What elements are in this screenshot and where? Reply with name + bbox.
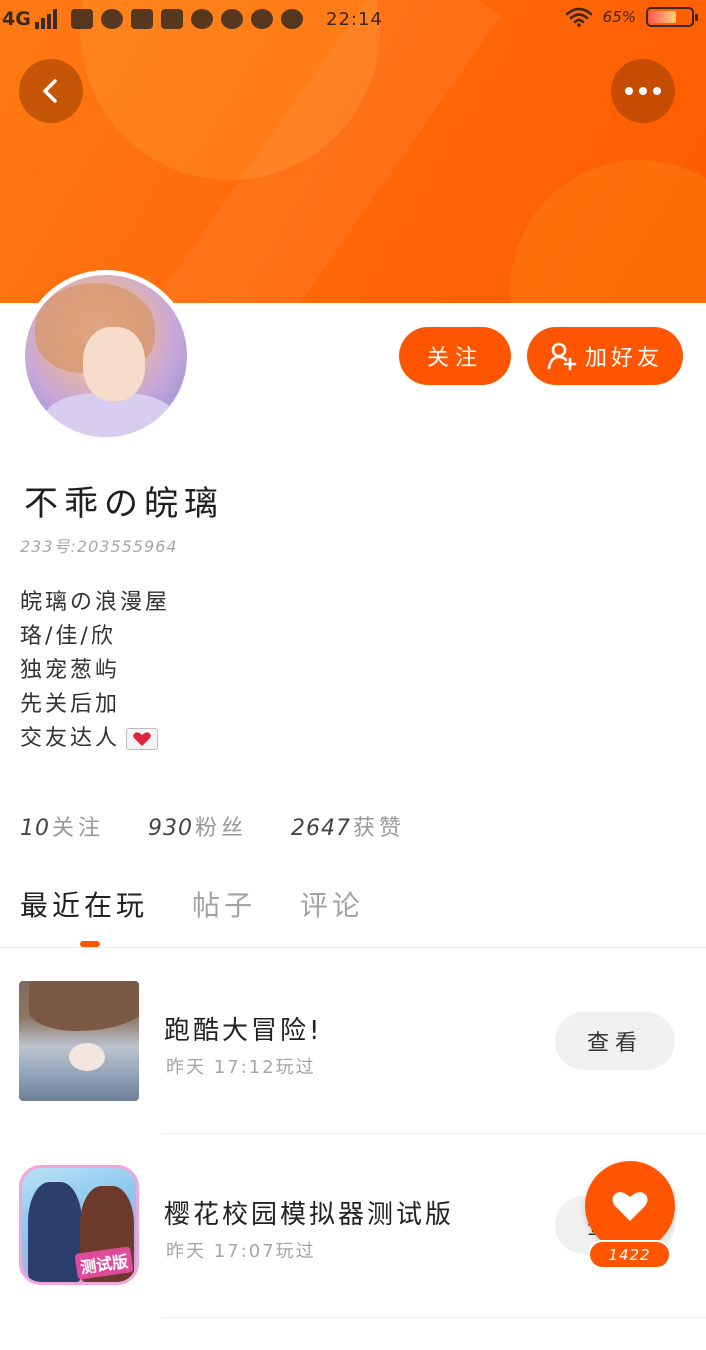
back-button[interactable]: [19, 59, 83, 123]
divider: [0, 947, 706, 948]
video-notification-icon: [160, 9, 183, 29]
mail-notification-icon: [130, 9, 153, 29]
heart-icon: [612, 1192, 648, 1221]
battery-level: [650, 11, 676, 23]
view-label: 查看: [586, 1031, 643, 1056]
bio-line-with-icon: 交友达人: [20, 722, 170, 756]
bio-line: 独宠葱屿: [20, 658, 121, 683]
bio-line: 珞/佳/欣: [20, 624, 116, 649]
stat-number: 930: [148, 816, 194, 841]
like-button[interactable]: [585, 1161, 675, 1251]
nickname: 不乖の皖璃: [24, 484, 224, 524]
profile-tabs: 最近在玩 帖子 评论: [20, 884, 364, 924]
follow-label: 关注: [426, 346, 483, 371]
stat-label: 关注: [52, 816, 105, 841]
notification-icon: [70, 9, 93, 29]
bio: 皖璃の浪漫屋 珞/佳/欣 独宠葱屿 先关后加 交友达人: [20, 586, 170, 756]
bio-line: 先关后加: [20, 692, 121, 717]
status-right: 65%: [565, 7, 698, 27]
game-title: 跑酷大冒险!: [164, 1016, 323, 1046]
view-button[interactable]: 查看: [555, 1012, 675, 1070]
app-notification-icon: [190, 9, 213, 29]
add-friend-label: 加好友: [584, 346, 663, 371]
notification-icon: [100, 9, 123, 29]
battery-icon: [646, 7, 698, 27]
like-count: 1422: [588, 1240, 671, 1269]
chat-notification-icon: [280, 9, 303, 29]
chevron-left-icon: [43, 79, 57, 103]
last-played-time: 昨天 17:12玩过: [166, 1057, 316, 1078]
add-friend-icon: [547, 342, 577, 371]
game-thumbnail: 测试版: [19, 1165, 139, 1285]
add-friend-button[interactable]: 加好友: [527, 327, 683, 385]
signal-icon: [34, 9, 57, 29]
clock: 22:14: [326, 9, 383, 30]
tab-comments[interactable]: 评论: [300, 884, 364, 924]
profile-banner: [0, 0, 706, 303]
app-notification-icon: [220, 9, 243, 29]
tab-recent-games[interactable]: 最近在玩: [20, 884, 148, 924]
avatar[interactable]: [20, 270, 192, 442]
more-options-button[interactable]: [611, 59, 675, 123]
status-left: 4G: [2, 8, 303, 30]
stat-number: 2647: [291, 816, 352, 841]
stat-following[interactable]: 10关注: [20, 810, 104, 842]
last-played-time: 昨天 17:07玩过: [166, 1241, 316, 1262]
user-id: 233号:203555964: [20, 537, 178, 556]
stat-likes[interactable]: 2647获赞: [291, 810, 405, 842]
wifi-icon: [565, 7, 592, 27]
bio-line: 交友达人: [20, 726, 121, 751]
tab-posts[interactable]: 帖子: [192, 884, 256, 924]
follow-button[interactable]: 关注: [399, 327, 511, 385]
bio-line: 皖璃の浪漫屋: [20, 590, 171, 615]
love-letter-icon: [126, 728, 159, 750]
stat-number: 10: [20, 816, 50, 841]
profile-stats: 10关注 930粉丝 2647获赞: [20, 810, 405, 842]
stat-followers[interactable]: 930粉丝: [148, 810, 247, 842]
battery-percentage: 65%: [602, 8, 636, 26]
more-horizontal-icon: [625, 87, 661, 95]
status-bar: 4G 22:14 65%: [0, 0, 706, 38]
list-item[interactable]: 跑酷大冒险! 昨天 17:12玩过 查看: [0, 950, 706, 1134]
stat-label: 粉丝: [195, 816, 248, 841]
game-title: 樱花校园模拟器测试版: [164, 1200, 455, 1230]
cloud-notification-icon: [250, 9, 273, 29]
game-thumbnail: [19, 981, 139, 1101]
avatar-image: [25, 275, 187, 437]
stat-label: 获赞: [353, 816, 406, 841]
banner-decoration: [510, 160, 706, 303]
network-type: 4G: [2, 8, 31, 30]
divider: [163, 1317, 706, 1318]
